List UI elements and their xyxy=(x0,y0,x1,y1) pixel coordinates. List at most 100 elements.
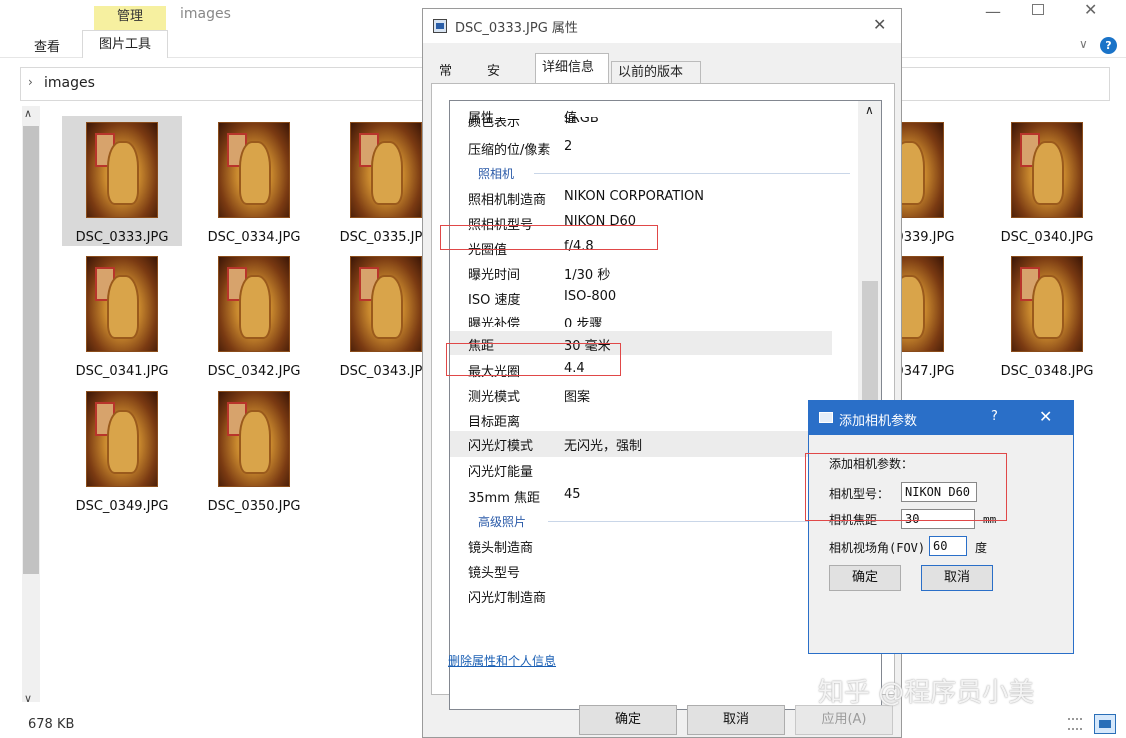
image-thumbnail xyxy=(218,391,290,487)
section-header-advanced-photo: 高级照片 xyxy=(478,515,527,529)
apply-button[interactable]: 应用(A) xyxy=(795,705,893,735)
file-item[interactable]: DSC_0349.JPG xyxy=(62,385,182,515)
table-row[interactable]: 目标距离 xyxy=(450,407,850,431)
file-item[interactable]: DSC_0333.JPG xyxy=(62,116,182,246)
table-row[interactable]: 35mm 焦距 45 xyxy=(450,483,850,507)
property-value: 0 步骤 xyxy=(564,317,603,327)
close-icon[interactable]: ✕ xyxy=(873,15,886,34)
property-value: 2 xyxy=(564,139,573,154)
property-key: 镜头型号 xyxy=(468,566,521,581)
table-row[interactable]: 照相机制造商 NIKON CORPORATION xyxy=(450,185,850,209)
highlight-camera-inputs xyxy=(805,453,1007,521)
close-icon[interactable]: ✕ xyxy=(1039,407,1052,426)
table-row[interactable]: 曝光补偿 0 步骤 xyxy=(450,309,850,327)
address-path[interactable]: images xyxy=(44,75,95,91)
file-item[interactable]: DSC_0343.JPG xyxy=(326,250,422,380)
table-row[interactable]: 压缩的位/像素 2 xyxy=(450,135,850,159)
watermark: 知乎 @程序员小美 xyxy=(818,678,1035,708)
image-thumbnail xyxy=(1011,256,1083,352)
table-row[interactable]: 曝光时间 1/30 秒 xyxy=(450,260,850,284)
image-thumbnail xyxy=(350,122,422,218)
section-divider xyxy=(534,173,850,174)
tab-general[interactable]: 常规 xyxy=(433,61,458,101)
image-thumbnail xyxy=(218,122,290,218)
scrollbar-thumb[interactable] xyxy=(23,126,39,574)
close-icon[interactable]: ✕ xyxy=(1084,0,1097,19)
image-thumbnail xyxy=(1011,122,1083,218)
scroll-up-icon[interactable]: ∧ xyxy=(24,107,32,120)
table-row[interactable]: 镜头型号 xyxy=(450,558,850,582)
file-name: DSC_0340.JPG xyxy=(1000,230,1094,245)
file-name: DSC_0334.JPG xyxy=(207,230,301,245)
table-row[interactable]: 颜色表示 sRGB xyxy=(450,117,850,133)
property-key: 镜头制造商 xyxy=(468,541,534,556)
file-item[interactable]: DSC_0335.JPG xyxy=(326,116,422,246)
table-row[interactable]: 测光模式 图案 xyxy=(450,382,850,406)
maximize-icon[interactable] xyxy=(1032,4,1044,15)
dialog-title: DSC_0333.JPG 属性 xyxy=(455,21,578,36)
table-row[interactable]: 闪光灯能量 xyxy=(450,457,850,481)
property-key: ISO 速度 xyxy=(468,293,521,308)
image-thumbnail xyxy=(86,122,158,218)
property-key: 35mm 焦距 xyxy=(468,491,541,506)
cancel-button[interactable]: 取消 xyxy=(921,565,993,591)
file-item[interactable]: DSC_0350.JPG xyxy=(194,385,314,515)
table-row[interactable]: 闪光灯模式 无闪光，强制 xyxy=(450,431,832,457)
help-icon[interactable]: ? xyxy=(991,409,998,424)
ok-button[interactable]: 确定 xyxy=(579,705,677,735)
file-icon xyxy=(433,19,447,33)
large-icons-view-icon[interactable] xyxy=(1094,714,1116,734)
scroll-down-icon[interactable]: ∨ xyxy=(24,692,32,705)
fov-input[interactable]: 60 xyxy=(929,536,967,556)
file-name: DSC_0343.JPG xyxy=(339,364,422,379)
property-key: 照相机制造商 xyxy=(468,193,547,208)
property-value: ISO-800 xyxy=(564,289,617,304)
chevron-right-icon[interactable]: › xyxy=(28,75,33,89)
dialog-title-bar[interactable]: DSC_0333.JPG 属性 ✕ xyxy=(423,9,901,43)
table-row[interactable]: ISO 速度 ISO-800 xyxy=(450,285,850,309)
window-icon xyxy=(819,412,833,423)
property-value: 45 xyxy=(564,487,581,502)
picture-tools-tab[interactable]: 图片工具 xyxy=(82,30,168,58)
file-item[interactable]: DSC_0348.JPG xyxy=(987,250,1107,380)
file-item[interactable]: DSC_0334.JPG xyxy=(194,116,314,246)
status-bar-size: 678 KB xyxy=(28,717,75,732)
property-key: 曝光补偿 xyxy=(468,317,521,327)
image-thumbnail xyxy=(86,391,158,487)
fov-label: 相机视场角(FOV) xyxy=(829,541,926,555)
file-name: DSC_0335.JPG xyxy=(339,230,422,245)
tab-security[interactable]: 安全 xyxy=(481,61,506,101)
file-name: DSC_0350.JPG xyxy=(207,499,301,514)
dialog-title-bar[interactable]: 添加相机参数 ? ✕ xyxy=(809,401,1073,435)
minimize-icon[interactable]: — xyxy=(985,2,1001,21)
file-item[interactable]: DSC_0341.JPG xyxy=(62,250,182,380)
file-name: DSC_0342.JPG xyxy=(207,364,301,379)
file-item[interactable]: DSC_0342.JPG xyxy=(194,250,314,380)
tab-previous-versions[interactable]: 以前的版本 xyxy=(611,61,701,83)
table-row[interactable]: 闪光灯制造商 xyxy=(450,583,850,607)
property-key: 闪光灯制造商 xyxy=(468,591,547,606)
scroll-up-icon[interactable]: ∧ xyxy=(865,103,874,117)
add-camera-params-dialog: 添加相机参数 ? ✕ 添加相机参数： 相机型号： NIKON D60 相机焦距 … xyxy=(808,400,1074,654)
file-name: DSC_0348.JPG xyxy=(1000,364,1094,379)
property-key: 目标距离 xyxy=(468,415,521,430)
cancel-button[interactable]: 取消 xyxy=(687,705,785,735)
remove-properties-link[interactable]: 删除属性和个人信息 xyxy=(448,652,556,669)
help-icon[interactable]: ? xyxy=(1100,37,1117,54)
highlight-focal-length xyxy=(446,343,621,376)
details-view-icon[interactable] xyxy=(1068,718,1082,730)
property-value: 无闪光，强制 xyxy=(564,439,643,454)
section-header-camera: 照相机 xyxy=(478,167,515,181)
table-row[interactable]: 镜头制造商 xyxy=(450,533,850,557)
ok-button[interactable]: 确定 xyxy=(829,565,901,591)
property-key: 闪光灯模式 xyxy=(468,439,534,454)
tab-details[interactable]: 详细信息 xyxy=(535,53,609,83)
manage-tab[interactable]: 管理 xyxy=(94,6,166,30)
file-item[interactable]: DSC_0340.JPG xyxy=(987,116,1107,246)
file-name: DSC_0349.JPG xyxy=(75,499,169,514)
chevron-down-icon[interactable]: ∨ xyxy=(1079,37,1088,51)
view-switcher[interactable] xyxy=(1068,714,1118,734)
file-list-scrollbar[interactable] xyxy=(22,106,40,702)
property-key: 闪光灯能量 xyxy=(468,465,534,480)
view-tab[interactable]: 查看 xyxy=(34,36,60,55)
